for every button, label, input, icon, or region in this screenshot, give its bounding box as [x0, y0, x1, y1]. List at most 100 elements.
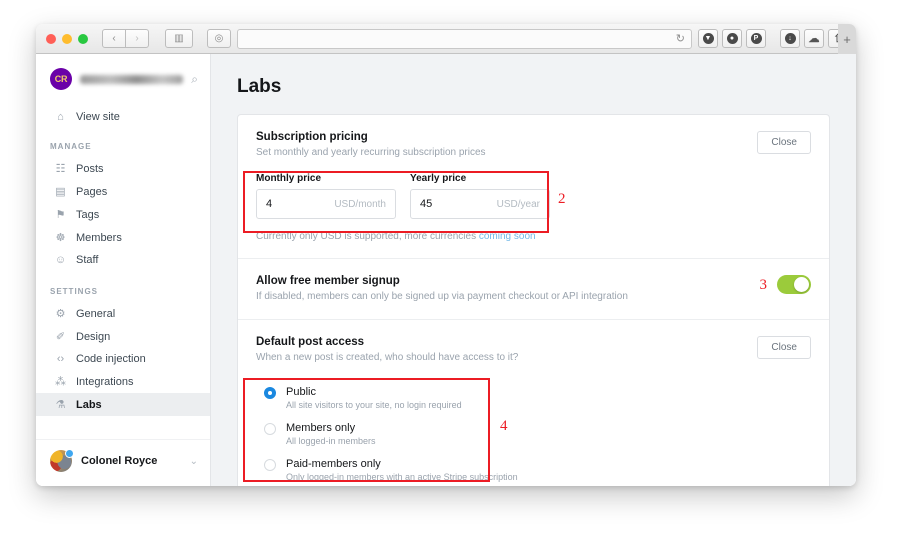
sidebar-item-label: Staff [76, 254, 99, 266]
integrations-icon: ⁂ [55, 376, 66, 388]
radio-indicator[interactable] [264, 423, 276, 435]
flask-icon: ⚗ [55, 399, 66, 411]
coming-soon-link[interactable]: coming soon [479, 231, 536, 242]
price-fields: Monthly price USD/month Yearly price [256, 173, 811, 219]
user-menu[interactable]: Colonel Royce ⌄ [36, 439, 210, 486]
extension-buttons: ▼ ● P [698, 29, 766, 48]
sidebar-item-label: Design [76, 330, 111, 343]
section-text: Allow free member signup If disabled, me… [256, 275, 760, 303]
sidebar-item-label: Posts [76, 162, 104, 175]
main-content: Labs Subscription pricing Set monthly an… [211, 54, 856, 486]
sidebar-item-staff[interactable]: ☺ Staff [36, 249, 210, 271]
free-signup-section: Allow free member signup If disabled, me… [238, 259, 829, 320]
sidebar-item-label: General [76, 307, 116, 320]
sidebar-item-label: Tags [76, 208, 100, 221]
evernote-icon[interactable]: ● [722, 29, 742, 48]
maximize-window-button[interactable] [78, 33, 88, 44]
currency-note-text: Currently only USD is supported, more cu… [256, 231, 479, 242]
free-signup-toggle[interactable] [777, 275, 811, 294]
user-name: Colonel Royce [81, 455, 158, 467]
sidebar-item-integrations[interactable]: ⁂ Integrations [36, 370, 210, 393]
section-header: Subscription pricing Set monthly and yea… [256, 131, 811, 159]
sidebar-item-posts[interactable]: ☷ Posts [36, 157, 210, 180]
pocket-icon[interactable]: ▼ [698, 29, 718, 48]
sidebar-item-code-injection[interactable]: ‹› Code injection [36, 348, 210, 370]
sidebar-item-tags[interactable]: ⚑ Tags [36, 203, 210, 226]
monthly-price-label: Monthly price [256, 173, 322, 184]
sidebar-item-pages[interactable]: ▤ Pages [36, 180, 210, 203]
radio-description: All site visitors to your site, no login… [286, 400, 462, 410]
radio-indicator[interactable] [264, 459, 276, 471]
search-icon[interactable]: ⌕ [191, 72, 198, 87]
posts-icon: ☷ [55, 163, 66, 175]
cloud-icon[interactable]: ☁ [804, 29, 824, 48]
sidebar-toggle-icon[interactable]: ▥ [165, 29, 193, 48]
radio-option-paid-members-only[interactable]: Paid-members only Only logged-in members… [256, 452, 811, 486]
brush-icon: ✐ [55, 331, 66, 343]
yearly-price-label: Yearly price [410, 173, 467, 184]
annotation-number-2: 2 [558, 191, 566, 207]
radio-label: Paid-members only [286, 458, 381, 470]
radio-text: Members only All logged-in members [286, 422, 376, 446]
chevron-down-icon[interactable]: ⌄ [190, 456, 198, 467]
home-icon: ⌂ [57, 111, 64, 123]
reload-icon[interactable]: ↻ [676, 32, 685, 45]
radio-text: Paid-members only Only logged-in members… [286, 458, 518, 482]
pinterest-icon[interactable]: P [746, 29, 766, 48]
section-title: Allow free member signup [256, 275, 400, 287]
radio-label: Public [286, 386, 316, 398]
gear-icon: ⚙ [55, 308, 66, 320]
section-title: Subscription pricing [256, 131, 368, 143]
radio-label: Members only [286, 422, 356, 434]
default-post-access-section: Default post access When a new post is c… [238, 320, 829, 486]
sidebar-item-view-site[interactable]: ⌂ View site [36, 106, 210, 128]
url-bar[interactable]: ↻ [237, 28, 692, 49]
sidebar-item-general[interactable]: ⚙ General [36, 302, 210, 325]
minimize-window-button[interactable] [62, 33, 72, 44]
site-header[interactable]: CR ⌕ [36, 54, 210, 102]
site-name-redacted [80, 74, 184, 84]
subscription-pricing-section: Subscription pricing Set monthly and yea… [238, 115, 829, 259]
tag-icon: ⚑ [55, 209, 66, 221]
sidebar-item-label: View site [76, 111, 120, 123]
close-button[interactable]: Close [757, 131, 811, 154]
annotation-number-3: 3 [759, 277, 768, 293]
close-button[interactable]: Close [757, 336, 811, 359]
annotation-number-4: 4 [500, 418, 508, 434]
sidebar-item-label: Labs [76, 398, 102, 411]
radio-option-public[interactable]: Public All site visitors to your site, n… [256, 380, 811, 416]
yearly-price-field: Yearly price USD/year [410, 173, 550, 219]
settings-card: Subscription pricing Set monthly and yea… [237, 114, 830, 486]
yearly-price-input-wrap[interactable]: USD/year [410, 189, 550, 219]
monthly-price-input-wrap[interactable]: USD/month [256, 189, 396, 219]
new-tab-button[interactable]: + [838, 24, 856, 54]
back-button[interactable]: ‹ [102, 29, 126, 48]
sidebar-item-label: Pages [76, 185, 108, 198]
radio-description: Only logged-in members with an active St… [286, 472, 518, 482]
section-title: Default post access [256, 336, 365, 348]
sidebar-section-settings: SETTINGS [50, 287, 99, 296]
yearly-price-suffix: USD/year [496, 198, 540, 210]
monthly-price-field: Monthly price USD/month [256, 173, 396, 219]
shield-icon[interactable]: ◎ [207, 29, 231, 48]
sidebar-item-members[interactable]: ☸ Members [36, 226, 210, 249]
code-icon: ‹› [56, 353, 65, 365]
currency-note: Currently only USD is supported, more cu… [256, 231, 811, 242]
yearly-price-input[interactable] [420, 198, 497, 210]
sidebar-item-design[interactable]: ✐ Design [36, 325, 210, 348]
close-window-button[interactable] [46, 33, 56, 44]
radio-option-members-only[interactable]: Members only All logged-in members [256, 416, 811, 452]
sidebar-item-labs[interactable]: ⚗ Labs [36, 393, 210, 416]
download-icon[interactable]: ↓ [780, 29, 800, 48]
forward-button[interactable]: › [125, 29, 149, 48]
site-avatar: CR [50, 68, 72, 90]
section-text: Subscription pricing Set monthly and yea… [256, 131, 757, 159]
staff-icon: ☺ [54, 254, 67, 266]
monthly-price-input[interactable] [266, 198, 335, 210]
sidebar-section-manage: MANAGE [50, 142, 92, 151]
post-access-radio-group: Public All site visitors to your site, n… [256, 376, 811, 486]
radio-indicator[interactable] [264, 387, 276, 399]
radio-description: All logged-in members [286, 436, 376, 446]
sidebar-item-label: Members [76, 231, 122, 244]
